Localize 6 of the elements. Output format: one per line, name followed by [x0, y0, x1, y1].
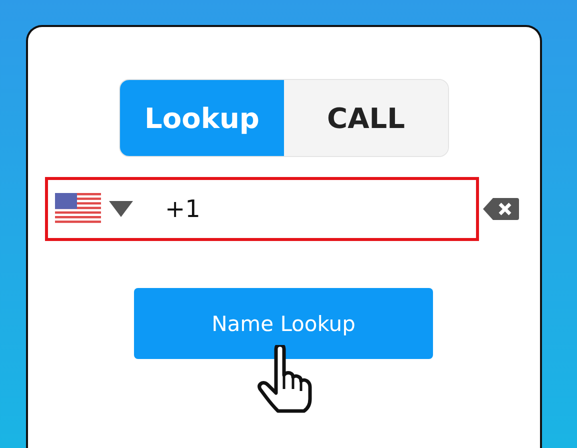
caret-icon[interactable] — [109, 201, 133, 217]
tab[interactable]: CALL — [284, 80, 448, 156]
phone-field[interactable]: +1 — [45, 177, 479, 241]
backspace-icon[interactable] — [483, 198, 519, 220]
phone-number-value: +1 — [165, 195, 202, 223]
flag-icon[interactable] — [55, 193, 101, 225]
